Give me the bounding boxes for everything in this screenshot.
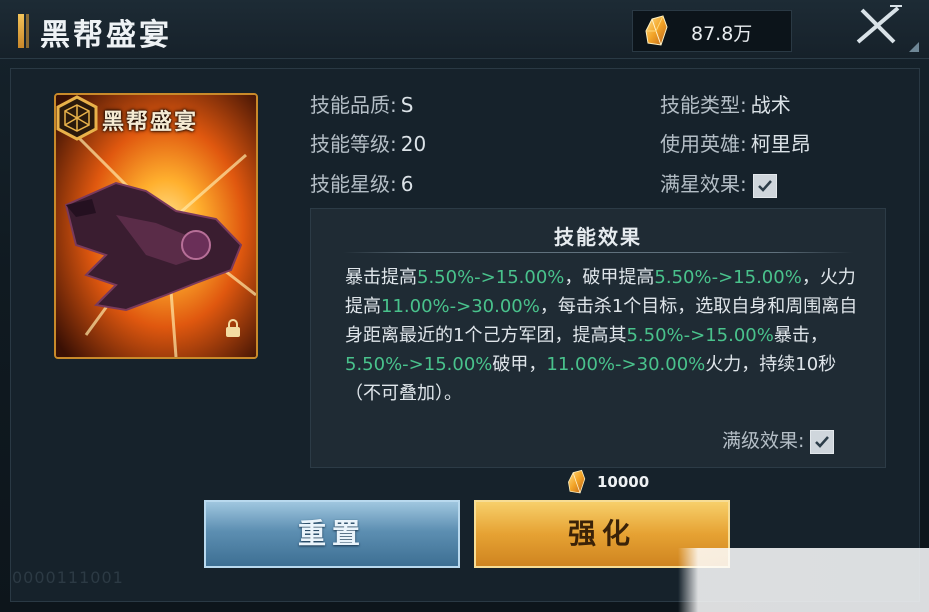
- effect-value: 11.00%->30.00%: [546, 354, 706, 375]
- effect-value: 5.50%->15.00%: [345, 354, 493, 375]
- currency-display: 87.8万: [632, 10, 792, 52]
- effect-value: 5.50%->15.00%: [626, 325, 774, 346]
- full-star-label: 满星效果:: [660, 172, 747, 196]
- close-icon[interactable]: [850, 4, 906, 48]
- effect-text: 暴击提高: [345, 267, 417, 288]
- crystal-icon: [568, 469, 586, 494]
- skill-star-label: 技能星级:: [310, 172, 397, 196]
- reset-button[interactable]: 重置: [204, 500, 460, 568]
- skill-type-value: 战术: [750, 93, 791, 117]
- check-icon: [815, 435, 830, 448]
- skill-level-label: 技能等级:: [310, 132, 397, 156]
- divider: [343, 252, 853, 253]
- page-title: 黑帮盛宴: [40, 18, 172, 53]
- currency-value: 87.8万: [691, 23, 753, 45]
- skill-star-value: 6: [400, 172, 414, 196]
- upgrade-cost-value: 10000: [597, 473, 650, 491]
- max-level-label: 满级效果:: [722, 430, 805, 452]
- skill-card-name: 黑帮盛宴: [102, 109, 199, 135]
- title-accent-bar-secondary: [26, 14, 29, 48]
- skill-type-label: 技能类型:: [660, 93, 747, 117]
- effect-value: 5.50%->15.00%: [654, 267, 802, 288]
- skill-type-row: 技能类型: 战术: [660, 89, 791, 118]
- effect-value: 5.50%->15.00%: [417, 267, 565, 288]
- skill-effect-description: 暴击提高5.50%->15.00%，破甲提高5.50%->15.00%，火力提高…: [345, 263, 865, 408]
- skill-effect-title: 技能效果: [554, 225, 642, 249]
- max-level-row: 满级效果:: [722, 426, 835, 454]
- check-icon: [758, 179, 773, 192]
- hero-label: 使用英雄:: [660, 132, 747, 156]
- crystal-icon: [645, 15, 668, 46]
- effect-text: 暴击，: [773, 325, 828, 346]
- skill-star-row: 技能星级: 6: [310, 168, 413, 197]
- skill-level-value: 20: [400, 132, 427, 156]
- effect-text: ，: [801, 267, 820, 288]
- hero-row: 使用英雄: 柯里昂: [660, 128, 811, 157]
- hero-value: 柯里昂: [750, 132, 811, 156]
- watermark-overlay: [678, 548, 929, 612]
- skill-level-row: 技能等级: 20: [310, 128, 426, 157]
- lock-icon: [226, 319, 240, 337]
- full-star-row: 满星效果:: [660, 168, 778, 198]
- hex-emblem-icon: [56, 95, 98, 141]
- title-accent-bar: [18, 14, 24, 48]
- full-star-checkbox[interactable]: [753, 173, 778, 198]
- max-level-checkbox[interactable]: [810, 429, 835, 454]
- corner-decoration: [909, 42, 919, 52]
- player-id-text: 0000111001: [12, 568, 124, 587]
- title-bar: 黑帮盛宴 87.8万: [0, 0, 929, 59]
- skill-quality-row: 技能品质: S: [310, 89, 413, 118]
- effect-text: ，破甲提高: [564, 267, 655, 288]
- effect-value: 11.00%->30.00%: [381, 296, 540, 317]
- skill-quality-label: 技能品质:: [310, 93, 397, 117]
- effect-text: 破甲，: [492, 354, 547, 375]
- skill-quality-value: S: [400, 93, 414, 117]
